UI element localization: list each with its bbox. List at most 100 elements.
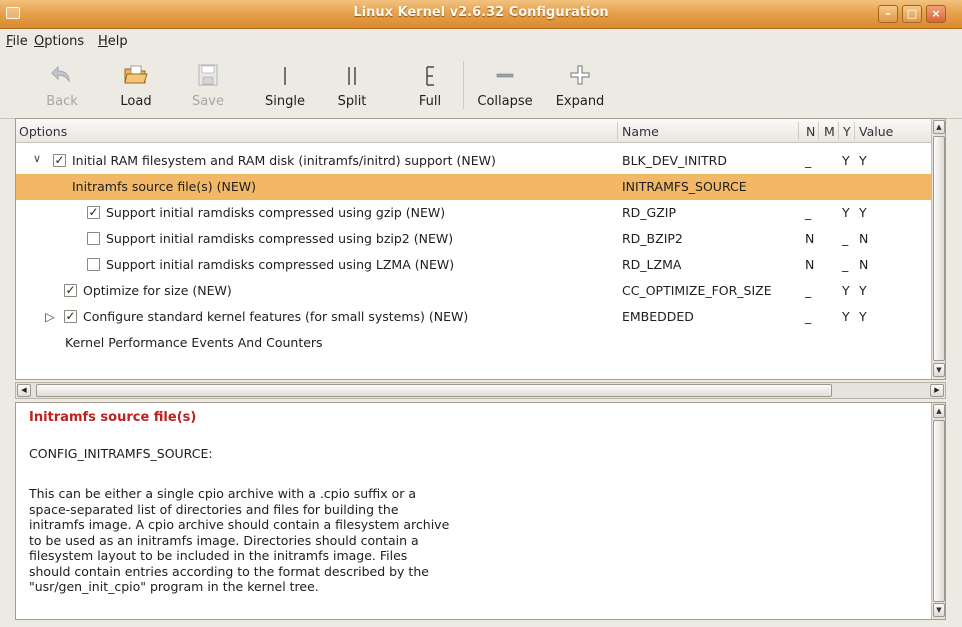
- help-line: should contain entries according to the …: [29, 563, 429, 579]
- column-options[interactable]: Options: [19, 124, 67, 139]
- menu-help[interactable]: Help: [98, 34, 128, 49]
- split-pane-icon: [348, 67, 356, 85]
- scroll-up-icon[interactable]: ▲: [933, 120, 945, 134]
- tree-vertical-scrollbar[interactable]: ▲ ▼: [931, 119, 945, 379]
- back-button[interactable]: Back: [34, 57, 90, 115]
- collapse-button[interactable]: Collapse: [468, 57, 542, 115]
- help-line: space-separated list of directories and …: [29, 501, 399, 517]
- help-line: filesystem layout to be included in the …: [29, 548, 408, 563]
- column-n[interactable]: N: [806, 124, 815, 139]
- full-tree-icon: [426, 66, 434, 86]
- scroll-down-icon[interactable]: ▼: [933, 603, 945, 617]
- menu-options[interactable]: Options: [34, 34, 84, 49]
- row-n: _: [805, 205, 812, 220]
- row-value: Y: [859, 153, 867, 168]
- scroll-up-icon[interactable]: ▲: [933, 404, 945, 418]
- options-tree[interactable]: Options Name N M Y Value ∨ ✓ Initial RAM…: [15, 118, 946, 380]
- row-value: Y: [859, 283, 867, 298]
- close-button[interactable]: ×: [926, 5, 946, 23]
- single-view-button[interactable]: Single: [252, 57, 318, 115]
- scrollbar-thumb[interactable]: [933, 136, 945, 361]
- split-view-button[interactable]: Split: [324, 57, 380, 115]
- tree-row[interactable]: ▷ ✓ Configure standard kernel features (…: [16, 304, 945, 330]
- row-label: Configure standard kernel features (for …: [83, 309, 469, 324]
- tree-row[interactable]: Support initial ramdisks compressed usin…: [16, 226, 945, 252]
- row-symbol: RD_BZIP2: [622, 231, 683, 246]
- scroll-right-icon[interactable]: ▶: [930, 384, 944, 397]
- tree-row[interactable]: ✓ Optimize for size (NEW) CC_OPTIMIZE_FO…: [16, 278, 945, 304]
- column-divider: [838, 122, 839, 140]
- tree-row[interactable]: ∨ ✓ Initial RAM filesystem and RAM disk …: [16, 148, 945, 174]
- row-label: Initial RAM filesystem and RAM disk (ini…: [72, 153, 496, 168]
- row-y: _: [842, 257, 849, 272]
- open-folder-icon: [124, 65, 148, 84]
- scroll-left-icon[interactable]: ◀: [17, 384, 31, 397]
- help-vertical-scrollbar[interactable]: ▲ ▼: [931, 403, 945, 619]
- help-line: This can be either a single cpio archive…: [29, 486, 417, 501]
- window-title: Linux Kernel v2.6.32 Configuration: [353, 5, 609, 20]
- checkbox-unchecked[interactable]: [87, 258, 100, 271]
- load-button[interactable]: Load: [108, 57, 164, 115]
- save-disk-icon: [198, 64, 218, 86]
- row-label: Support initial ramdisks compressed usin…: [106, 205, 446, 220]
- row-symbol: RD_LZMA: [622, 257, 682, 272]
- scroll-down-icon[interactable]: ▼: [933, 363, 945, 377]
- checkbox-checked[interactable]: ✓: [53, 154, 66, 167]
- row-value: Y: [859, 205, 867, 220]
- row-y: Y: [842, 205, 850, 220]
- row-symbol: INITRAMFS_SOURCE: [622, 179, 747, 194]
- collapse-icon: [496, 73, 514, 78]
- tree-row[interactable]: Support initial ramdisks compressed usin…: [16, 252, 945, 278]
- row-n: N: [805, 231, 815, 246]
- column-name[interactable]: Name: [622, 124, 659, 139]
- menu-bar: File Options Help: [0, 29, 962, 53]
- column-value[interactable]: Value: [859, 124, 893, 139]
- checkbox-checked[interactable]: ✓: [64, 310, 77, 323]
- menu-file[interactable]: File: [6, 34, 28, 49]
- row-symbol: CC_OPTIMIZE_FOR_SIZE: [622, 283, 772, 298]
- help-title: Initramfs source file(s): [29, 410, 197, 425]
- help-panel[interactable]: Initramfs source file(s) CONFIG_INITRAMF…: [15, 402, 946, 620]
- row-y: Y: [842, 153, 850, 168]
- column-y[interactable]: Y: [843, 124, 851, 139]
- row-n: _: [805, 309, 812, 324]
- full-view-button[interactable]: Full: [402, 57, 458, 115]
- expander-collapsed-icon[interactable]: ▷: [45, 309, 55, 324]
- help-symbol: CONFIG_INITRAMFS_SOURCE:: [29, 446, 213, 461]
- title-bar[interactable]: Linux Kernel v2.6.32 Configuration – □ ×: [0, 0, 962, 29]
- save-button[interactable]: Save: [180, 57, 236, 115]
- single-pane-icon: [284, 67, 286, 85]
- row-symbol: RD_GZIP: [622, 205, 677, 220]
- column-divider: [818, 122, 819, 140]
- row-y: Y: [842, 283, 850, 298]
- expander-expanded-icon[interactable]: ∨: [33, 152, 41, 165]
- scrollbar-thumb[interactable]: [36, 384, 832, 397]
- row-value: N: [859, 257, 869, 272]
- scrollbar-thumb[interactable]: [933, 420, 945, 602]
- toolbar-separator: [463, 61, 464, 109]
- help-description: This can be either a single cpio archive…: [29, 486, 629, 595]
- column-m[interactable]: M: [824, 124, 835, 139]
- checkbox-checked[interactable]: ✓: [64, 284, 77, 297]
- tree-horizontal-scrollbar[interactable]: ◀ ▶: [15, 382, 946, 399]
- tree-row-selected[interactable]: Initramfs source file(s) (NEW) INITRAMFS…: [16, 174, 945, 200]
- tree-header: Options Name N M Y Value: [16, 119, 945, 143]
- row-n: N: [805, 257, 815, 272]
- expand-button[interactable]: Expand: [547, 57, 613, 115]
- checkbox-unchecked[interactable]: [87, 232, 100, 245]
- row-symbol: BLK_DEV_INITRD: [622, 153, 727, 168]
- column-divider: [798, 122, 799, 140]
- row-symbol: EMBEDDED: [622, 309, 694, 324]
- tree-row[interactable]: Kernel Performance Events And Counters: [16, 330, 945, 356]
- expand-icon: [570, 65, 590, 85]
- checkbox-checked[interactable]: ✓: [87, 206, 100, 219]
- minimize-button[interactable]: –: [878, 5, 898, 23]
- maximize-button[interactable]: □: [902, 5, 922, 23]
- back-arrow-icon: [51, 65, 70, 83]
- row-value: N: [859, 231, 869, 246]
- row-label: Initramfs source file(s) (NEW): [72, 179, 256, 194]
- toolbar: Back Load Save Single Split Full Collaps…: [0, 53, 962, 119]
- tree-row[interactable]: ✓ Support initial ramdisks compressed us…: [16, 200, 945, 226]
- row-label: Kernel Performance Events And Counters: [65, 335, 323, 350]
- row-n: _: [805, 283, 812, 298]
